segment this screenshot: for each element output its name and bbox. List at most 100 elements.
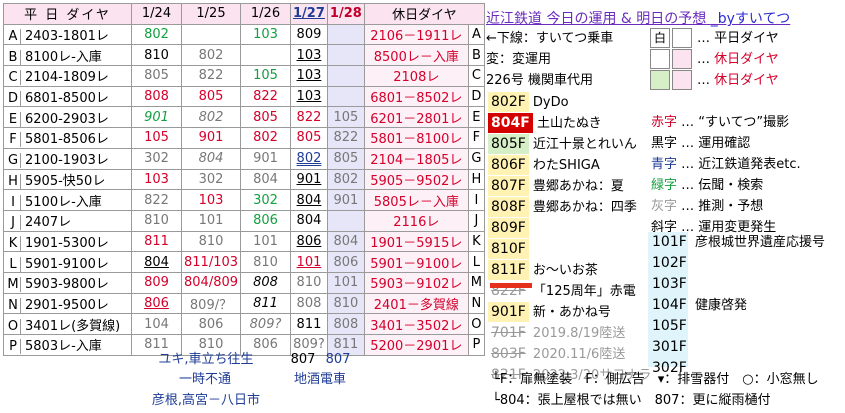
car-name: わたSHIGA xyxy=(532,158,600,173)
row-letter: G xyxy=(7,153,19,169)
car-number: 806F xyxy=(488,155,529,175)
cell-1-27: 804 xyxy=(290,209,328,232)
key-entry: 緑字 … 伝聞・検索 xyxy=(651,178,764,193)
car-entry: 811F お～いお茶 xyxy=(488,260,598,280)
cell-1-27: 805 xyxy=(290,127,328,149)
car-entry: 901F 新・あかね号 xyxy=(488,302,611,322)
row-letter: F xyxy=(9,132,17,148)
car-name: 豊郷あかね：夏 xyxy=(532,179,624,194)
car-number: 811F xyxy=(488,260,529,280)
row-train-pair: J 2407レ xyxy=(3,209,132,232)
side-car-entry: 103F xyxy=(652,274,695,294)
row-pair-label: 2104-1809レ xyxy=(20,70,109,86)
cell-1-24: 901 xyxy=(131,106,182,129)
cell-1-24: 105 xyxy=(131,127,182,149)
side-car-number: 103F xyxy=(652,276,687,292)
car-name: 2020.11/6陸送 xyxy=(532,347,626,362)
table-row: J 2407レ 810 101 806 804 2116レ J xyxy=(3,209,486,232)
cell-1-28 xyxy=(326,209,365,232)
table-row: L 5901-9100レ 804 811/103 810 101 806 5901－9100レ… xyxy=(3,251,486,273)
car-entry: 806F わたSHIGA xyxy=(488,155,600,175)
car-entry: 809F xyxy=(488,218,533,238)
row-letter: H xyxy=(8,173,18,189)
car-number: 809F xyxy=(488,218,529,238)
cell-1-27: 809 xyxy=(290,23,328,46)
car-entry: 807F 豊郷あかね：夏 xyxy=(488,176,624,196)
key-entry: 赤字 … “すいてつ”撮影 xyxy=(651,115,790,130)
header-holiday-schedule: 休日ダイヤ xyxy=(363,3,486,25)
cell-1-28: 105 xyxy=(326,106,365,129)
key-label: 黒字 xyxy=(651,136,678,151)
row-letter: N xyxy=(8,297,18,313)
key-entry: 青字 … 近江鉄道発表etc. xyxy=(651,157,801,172)
row-letter-right: D xyxy=(467,85,486,108)
cell-1-27: 901 xyxy=(290,168,328,191)
cell-1-26 xyxy=(240,44,292,67)
row-letter: P xyxy=(9,339,17,355)
byline: _byすいてつ xyxy=(710,11,791,27)
row-letter-right: A xyxy=(467,23,486,46)
car-name: お～いお茶 xyxy=(532,263,598,278)
note-snow-stuck: ユキ,車立ち往生 xyxy=(158,352,254,367)
cell-1-27: 822 xyxy=(290,106,328,129)
legend-holiday: … 休日ダイヤ xyxy=(697,52,779,67)
row-letter-right: M xyxy=(467,271,486,294)
cell-1-24: 103 xyxy=(131,168,182,191)
row-letter: I xyxy=(11,194,15,210)
cell-holiday: 2401－多賀線 xyxy=(363,292,469,315)
cell-1-25: 806 xyxy=(180,313,242,335)
row-pair-label: 2901-9500レ xyxy=(20,297,109,313)
cell-holiday: 2108レ xyxy=(363,65,469,87)
cell-1-24: 822 xyxy=(131,189,182,211)
car-entry: 805F 近江十景とれいん xyxy=(488,134,637,154)
side-car-number: 105F xyxy=(652,318,687,334)
row-train-pair: A 2403-1801レ xyxy=(3,23,132,46)
cell-1-26: 302 xyxy=(240,189,292,211)
legend-holiday-2: … 休日ダイヤ xyxy=(697,73,779,88)
row-train-pair: O 3401レ(多賀線) xyxy=(3,313,132,335)
red-bar-822 xyxy=(490,283,532,288)
row-letter: D xyxy=(7,91,18,107)
cell-1-26: 804 xyxy=(240,168,292,191)
cell-1-25: 805 xyxy=(180,85,242,108)
row-train-pair: P 5803レ-入庫 xyxy=(3,334,132,356)
note-sake-train: 地酒電車 xyxy=(293,372,346,387)
cell-1-26: 805 xyxy=(240,106,292,129)
swatch-pink xyxy=(672,49,692,69)
row-pair-label: 8100レ-入庫 xyxy=(20,49,102,65)
cell-1-28 xyxy=(326,85,365,108)
car-number: 803F xyxy=(491,346,526,362)
row-pair-label: 2407レ xyxy=(20,215,72,231)
car-entry: 803F 2020.11/6陸送 xyxy=(488,344,625,364)
cell-holiday: 6201－2801レ xyxy=(363,106,469,129)
cell-1-25: 810 xyxy=(180,230,242,253)
row-letter-right: G xyxy=(467,147,486,170)
table-row: M 5903-9800レ 809 804/809 808 810 101 5903－9102レ… xyxy=(3,271,486,294)
row-letter: A xyxy=(8,29,18,45)
car-name: 豊郷あかね：四季 xyxy=(532,200,637,215)
row-pair-label: 2100-1903レ xyxy=(20,153,109,169)
cell-holiday: 5801－8100レ xyxy=(363,127,469,149)
cell-1-25: 804/809 xyxy=(180,271,242,294)
table-row: O 3401レ(多賀線) 104 806 809? 811 808 3401－3502レ O xyxy=(3,313,486,335)
swatch-white-2 xyxy=(650,49,670,69)
note-value-127: 807 xyxy=(290,352,316,367)
row-pair-label: 5905-快50レ xyxy=(20,173,106,189)
cell-1-25: 103 xyxy=(180,189,242,211)
car-name: DyDo xyxy=(532,95,569,110)
cell-1-27: 808 xyxy=(290,292,328,315)
cell-1-25: 802 xyxy=(180,106,242,129)
row-letter-right: O xyxy=(467,313,486,335)
cell-1-27: 811 xyxy=(290,313,328,335)
header-date-tomorrow: 1/28 xyxy=(326,3,365,25)
car-entry: 810F xyxy=(488,239,533,259)
header-date-today: 1/27 xyxy=(290,3,328,25)
table-row: B 8100レ-入庫 810 802 103 8500レ－入庫 B xyxy=(3,44,486,67)
note-value-128: 807 xyxy=(325,352,351,367)
cell-1-24: 806 xyxy=(131,292,182,315)
legend-underline: ←下線：すいてつ乗車 xyxy=(486,31,614,46)
row-train-pair: M 5903-9800レ xyxy=(3,271,132,294)
row-letter: B xyxy=(8,49,18,65)
cell-1-24: 104 xyxy=(131,313,182,335)
cell-1-28: 806 xyxy=(326,251,365,273)
